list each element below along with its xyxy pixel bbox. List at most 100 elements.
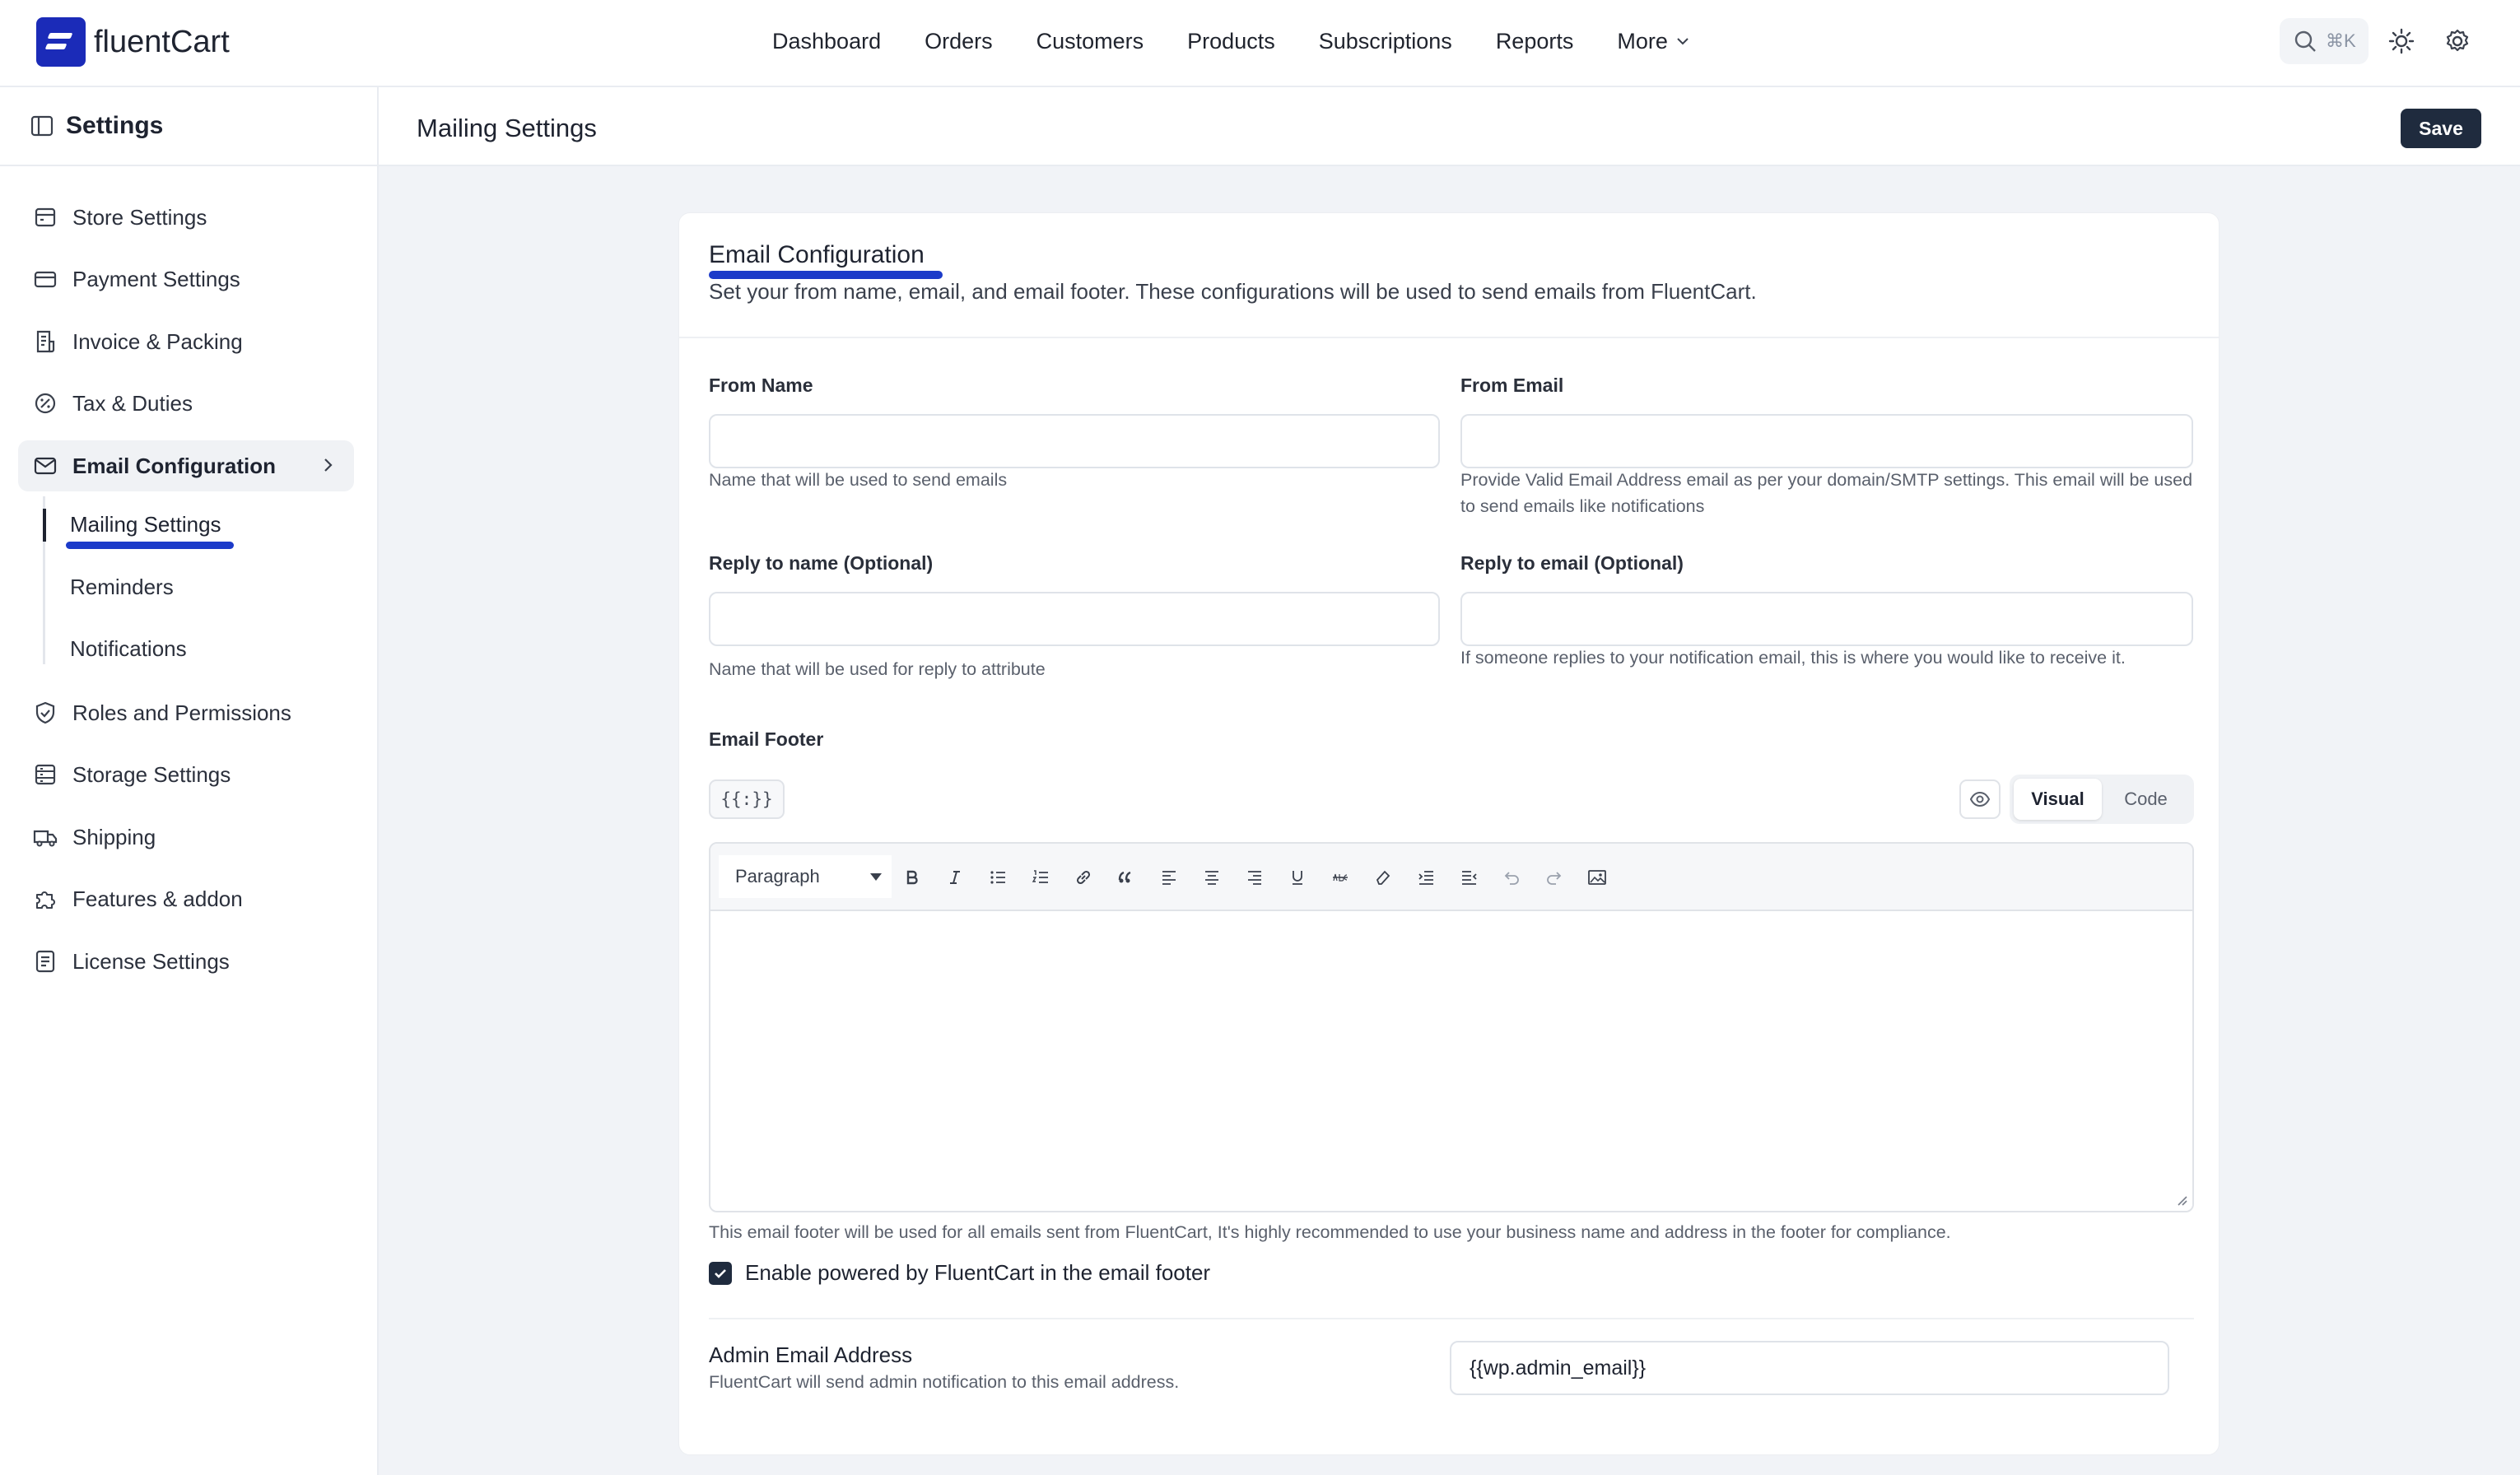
- bold-icon[interactable]: [897, 862, 928, 893]
- sidebar-item-label: Roles and Permissions: [72, 700, 291, 725]
- shield-icon: [31, 699, 59, 727]
- page-header: Mailing Settings: [379, 87, 2520, 166]
- sidebar-item-payment-settings[interactable]: Payment Settings: [18, 254, 354, 305]
- numbered-list-icon[interactable]: [1025, 862, 1056, 893]
- top-bar: fluentCart Dashboard Orders Customers Pr…: [0, 0, 2520, 87]
- from-name-hint: Name that will be used to send emails: [709, 470, 1008, 490]
- nav-more-label: More: [1617, 28, 1668, 54]
- preview-button[interactable]: [1959, 779, 2001, 819]
- eraser-icon[interactable]: [1367, 862, 1399, 893]
- nav-more[interactable]: More: [1617, 29, 1691, 54]
- sidebar-item-roles-permissions[interactable]: Roles and Permissions: [18, 687, 354, 738]
- card-header: Email Configuration Set your from name, …: [679, 213, 2219, 338]
- fluentcart-logo-icon: [36, 17, 86, 67]
- from-name-input[interactable]: [709, 414, 1440, 468]
- indent-icon[interactable]: [1410, 862, 1442, 893]
- tab-code[interactable]: Code: [2102, 779, 2190, 820]
- align-right-icon[interactable]: [1239, 862, 1270, 893]
- sidebar-item-license-settings[interactable]: License Settings: [18, 936, 354, 987]
- sidebar-item-label: Store Settings: [72, 204, 207, 230]
- powered-by-label: Enable powered by FluentCart in the emai…: [745, 1260, 1211, 1285]
- brand-name: fluentCart: [94, 24, 230, 59]
- check-icon: [715, 1268, 726, 1278]
- sidebar-item-label: Invoice & Packing: [72, 328, 243, 354]
- nav-orders[interactable]: Orders: [925, 29, 993, 54]
- resize-handle-icon[interactable]: [2174, 1193, 2187, 1206]
- sidebar-subitem-notifications[interactable]: Notifications: [70, 636, 187, 662]
- store-icon: [31, 203, 59, 231]
- percent-icon: [31, 389, 59, 417]
- save-button[interactable]: Save: [2401, 109, 2481, 148]
- reply-email-label: Reply to email (Optional): [1460, 552, 1684, 574]
- nav-dashboard[interactable]: Dashboard: [772, 29, 881, 54]
- align-center-icon[interactable]: [1196, 862, 1227, 893]
- admin-email-title: Admin Email Address: [709, 1342, 913, 1367]
- footer-editor: Paragraph: [709, 842, 2194, 1212]
- page-title: Mailing Settings: [417, 114, 597, 142]
- nav-products[interactable]: Products: [1187, 29, 1275, 54]
- sidebar-item-email-configuration[interactable]: Email Configuration: [18, 440, 354, 491]
- powered-by-option[interactable]: Enable powered by FluentCart in the emai…: [709, 1260, 1210, 1286]
- outdent-icon[interactable]: [1453, 862, 1484, 893]
- reply-name-input[interactable]: [709, 592, 1440, 646]
- blockquote-icon[interactable]: [1111, 862, 1142, 893]
- sun-icon: [2388, 28, 2415, 54]
- tab-visual[interactable]: Visual: [2014, 779, 2102, 820]
- sidebar-item-label: Storage Settings: [72, 761, 231, 787]
- from-email-input[interactable]: [1460, 414, 2193, 468]
- chevron-down-icon: [1677, 38, 1689, 45]
- brand-logo[interactable]: fluentCart: [36, 16, 230, 67]
- undo-icon[interactable]: [1496, 862, 1527, 893]
- title-underline: [709, 271, 943, 279]
- sidebar-item-store-settings[interactable]: Store Settings: [18, 192, 354, 243]
- from-name-label: From Name: [709, 375, 813, 396]
- from-email-hint: Provide Valid Email Address email as per…: [1460, 470, 2193, 516]
- format-select-value: Paragraph: [735, 866, 820, 886]
- smartcode-button[interactable]: {{:}}: [709, 779, 785, 819]
- reply-name-label: Reply to name (Optional): [709, 552, 934, 574]
- sidebar-item-label: Payment Settings: [72, 266, 240, 291]
- sidebar-subitem-mailing-settings[interactable]: Mailing Settings: [70, 512, 221, 537]
- sidebar-item-features-addon[interactable]: Features & addon: [18, 873, 354, 924]
- sidebar-item-shipping[interactable]: Shipping: [18, 812, 354, 863]
- card-description: Set your from name, email, and email foo…: [709, 279, 1757, 304]
- from-email-label: From Email: [1460, 375, 1564, 396]
- settings-button[interactable]: [2441, 25, 2474, 58]
- nav-customers[interactable]: Customers: [1036, 29, 1144, 54]
- editor-toolbar: Paragraph: [710, 844, 2192, 911]
- image-icon[interactable]: [1581, 862, 1613, 893]
- reply-email-hint: If someone replies to your notification …: [1460, 648, 2126, 668]
- admin-email-description: FluentCart will send admin notification …: [709, 1372, 1180, 1392]
- link-icon[interactable]: [1068, 862, 1099, 893]
- caret-down-icon: [870, 873, 882, 881]
- bullet-list-icon[interactable]: [982, 862, 1013, 893]
- underline-icon[interactable]: [1282, 862, 1313, 893]
- admin-email-input[interactable]: {{wp.admin_email}}: [1450, 1341, 2169, 1395]
- card-icon: [31, 265, 59, 293]
- strikethrough-icon[interactable]: [1325, 862, 1356, 893]
- card-title: Email Configuration: [709, 241, 925, 268]
- sidebar-item-invoice-packing[interactable]: Invoice & Packing: [18, 316, 354, 367]
- powered-by-checkbox[interactable]: [709, 1261, 732, 1285]
- sidebar-item-label: License Settings: [72, 948, 230, 974]
- sidebar-toggle-icon[interactable]: [30, 114, 54, 138]
- footer-hint: This email footer will be used for all e…: [709, 1222, 1951, 1242]
- nav-reports[interactable]: Reports: [1496, 29, 1574, 54]
- gear-icon: [2446, 29, 2469, 52]
- sidebar-item-tax-duties[interactable]: Tax & Duties: [18, 378, 354, 429]
- theme-toggle-button[interactable]: [2385, 25, 2418, 58]
- editor-mode-toggle: Visual Code: [2010, 775, 2194, 824]
- nav-subscriptions[interactable]: Subscriptions: [1319, 29, 1452, 54]
- email-footer-label: Email Footer: [709, 728, 824, 750]
- search-icon: [2294, 30, 2316, 52]
- editor-content-area[interactable]: [710, 911, 2192, 1211]
- sidebar-item-storage-settings[interactable]: Storage Settings: [18, 749, 354, 800]
- redo-icon[interactable]: [1539, 862, 1570, 893]
- search-button[interactable]: ⌘K: [2280, 18, 2369, 64]
- reply-email-input[interactable]: [1460, 592, 2193, 646]
- format-select[interactable]: Paragraph: [719, 855, 892, 898]
- align-left-icon[interactable]: [1153, 862, 1185, 893]
- sidebar-subitem-reminders[interactable]: Reminders: [70, 575, 174, 600]
- italic-icon[interactable]: [939, 862, 971, 893]
- sidebar-header: Settings: [0, 87, 377, 166]
